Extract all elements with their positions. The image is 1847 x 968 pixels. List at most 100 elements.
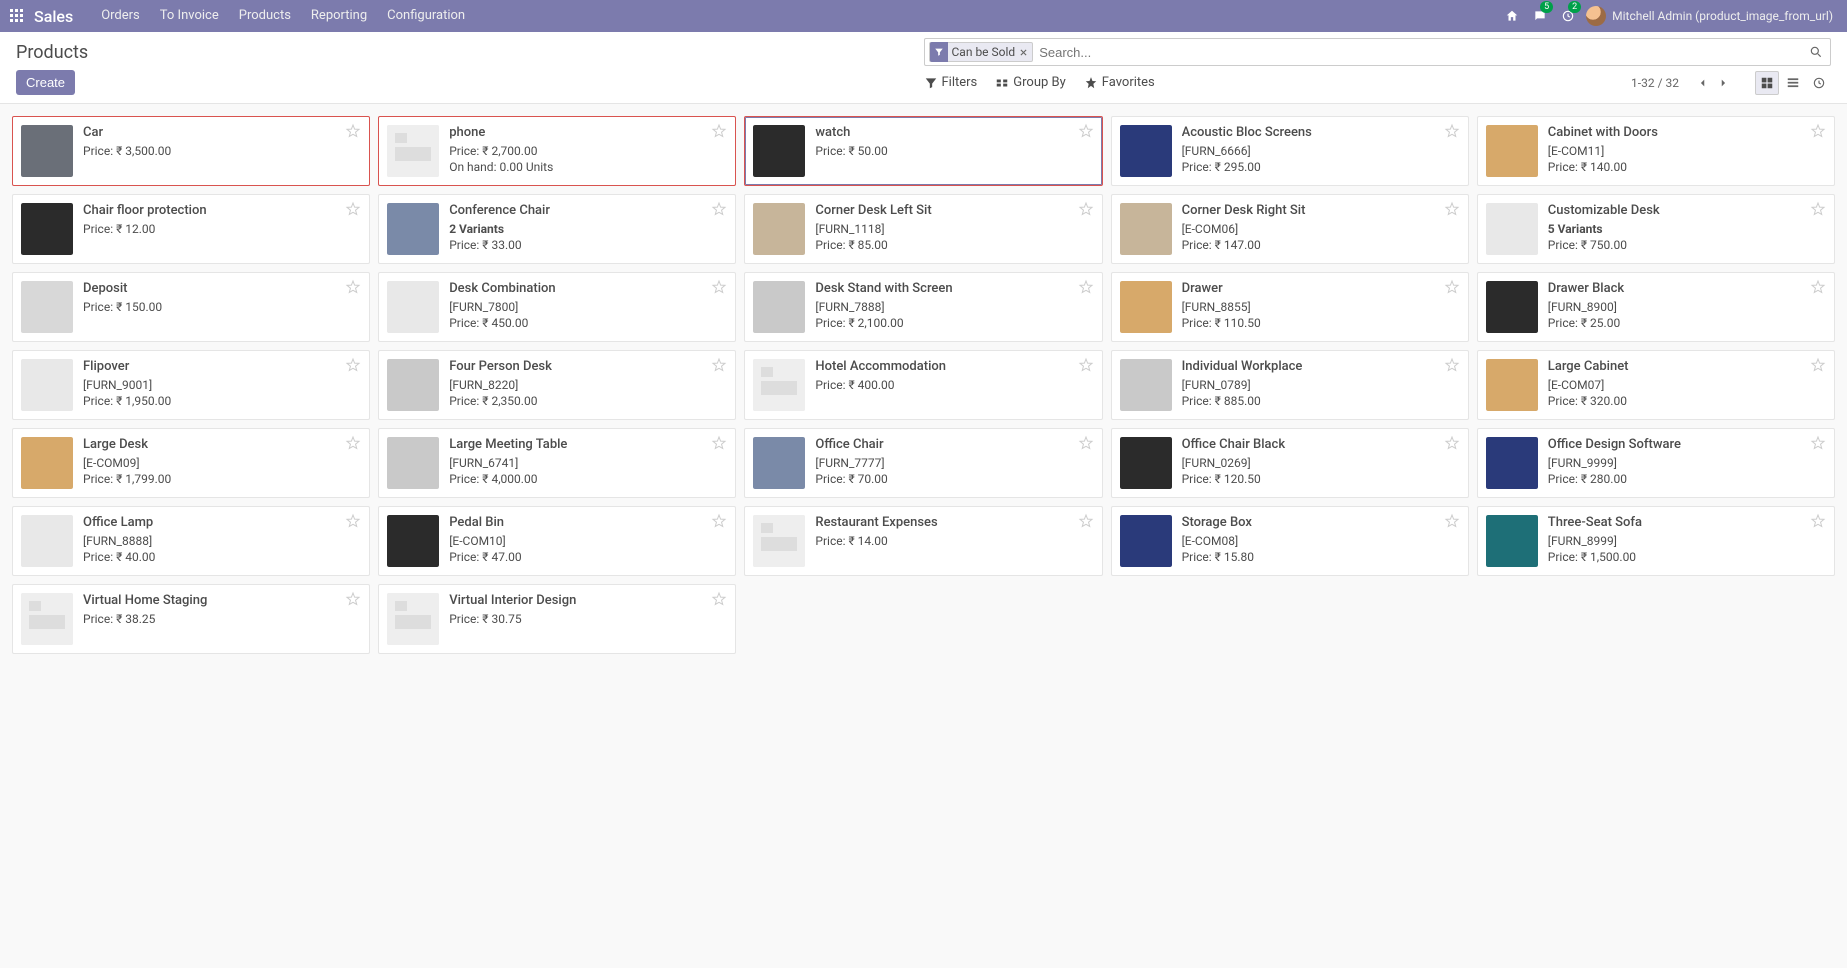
product-card[interactable]: Drawer Black[FURN_8900]Price: ₹ 25.00 bbox=[1477, 272, 1835, 342]
product-content: Virtual Interior DesignPrice: ₹ 30.75 bbox=[449, 593, 727, 628]
user-avatar[interactable] bbox=[1586, 6, 1606, 26]
favorite-star-icon[interactable] bbox=[711, 591, 727, 607]
product-price: Price: ₹ 280.00 bbox=[1548, 472, 1826, 486]
product-card[interactable]: Virtual Home StagingPrice: ₹ 38.25 bbox=[12, 584, 370, 654]
view-list-button[interactable] bbox=[1781, 71, 1805, 95]
product-card[interactable]: DepositPrice: ₹ 150.00 bbox=[12, 272, 370, 342]
product-card[interactable]: Acoustic Bloc Screens[FURN_6666]Price: ₹… bbox=[1111, 116, 1469, 186]
favorite-star-icon[interactable] bbox=[345, 435, 361, 451]
favorite-star-icon[interactable] bbox=[711, 123, 727, 139]
favorite-star-icon[interactable] bbox=[711, 513, 727, 529]
view-kanban-button[interactable] bbox=[1755, 71, 1779, 95]
product-sku: [FURN_6741] bbox=[449, 456, 727, 470]
product-card[interactable]: Office Chair Black[FURN_0269]Price: ₹ 12… bbox=[1111, 428, 1469, 498]
favorite-star-icon[interactable] bbox=[1444, 279, 1460, 295]
product-card[interactable]: Restaurant ExpensesPrice: ₹ 14.00 bbox=[744, 506, 1102, 576]
product-card[interactable]: Desk Stand with Screen[FURN_7888]Price: … bbox=[744, 272, 1102, 342]
favorite-star-icon[interactable] bbox=[1810, 357, 1826, 373]
product-card[interactable]: Four Person Desk[FURN_8220]Price: ₹ 2,35… bbox=[378, 350, 736, 420]
product-title: Large Cabinet bbox=[1548, 359, 1826, 374]
create-button[interactable]: Create bbox=[16, 70, 75, 95]
nav-configuration[interactable]: Configuration bbox=[377, 0, 475, 32]
product-card[interactable]: Corner Desk Left Sit[FURN_1118]Price: ₹ … bbox=[744, 194, 1102, 264]
product-price: Price: ₹ 2,700.00 bbox=[449, 144, 727, 158]
product-card[interactable]: Storage Box[E-COM08]Price: ₹ 15.80 bbox=[1111, 506, 1469, 576]
apps-icon[interactable] bbox=[8, 7, 26, 25]
product-card[interactable]: Office Lamp[FURN_8888]Price: ₹ 40.00 bbox=[12, 506, 370, 576]
product-card[interactable]: Three-Seat Sofa[FURN_8999]Price: ₹ 1,500… bbox=[1477, 506, 1835, 576]
favorite-star-icon[interactable] bbox=[1444, 123, 1460, 139]
product-content: DepositPrice: ₹ 150.00 bbox=[83, 281, 361, 316]
favorite-star-icon[interactable] bbox=[1078, 435, 1094, 451]
product-card[interactable]: Office Design Software[FURN_9999]Price: … bbox=[1477, 428, 1835, 498]
product-card[interactable]: Corner Desk Right Sit[E-COM06]Price: ₹ 1… bbox=[1111, 194, 1469, 264]
favorite-star-icon[interactable] bbox=[711, 279, 727, 295]
favorite-star-icon[interactable] bbox=[1444, 435, 1460, 451]
nav-reporting[interactable]: Reporting bbox=[301, 0, 377, 32]
search-filter-tag[interactable]: Can be Sold bbox=[929, 42, 1034, 62]
favorite-star-icon[interactable] bbox=[711, 201, 727, 217]
favorite-star-icon[interactable] bbox=[345, 513, 361, 529]
product-card[interactable]: Chair floor protectionPrice: ₹ 12.00 bbox=[12, 194, 370, 264]
messaging-icon[interactable]: 5 bbox=[1526, 0, 1554, 32]
favorite-star-icon[interactable] bbox=[1444, 201, 1460, 217]
product-card[interactable]: Hotel AccommodationPrice: ₹ 400.00 bbox=[744, 350, 1102, 420]
view-activity-button[interactable] bbox=[1807, 71, 1831, 95]
favorite-star-icon[interactable] bbox=[1810, 123, 1826, 139]
product-card[interactable]: Office Chair[FURN_7777]Price: ₹ 70.00 bbox=[744, 428, 1102, 498]
product-card[interactable]: CarPrice: ₹ 3,500.00 bbox=[12, 116, 370, 186]
favorite-star-icon[interactable] bbox=[1810, 201, 1826, 217]
favorite-star-icon[interactable] bbox=[1078, 123, 1094, 139]
favorite-star-icon[interactable] bbox=[345, 357, 361, 373]
favorite-star-icon[interactable] bbox=[1810, 279, 1826, 295]
favorite-star-icon[interactable] bbox=[711, 435, 727, 451]
search-icon[interactable] bbox=[1806, 45, 1826, 59]
product-card[interactable]: Desk Combination[FURN_7800]Price: ₹ 450.… bbox=[378, 272, 736, 342]
favorite-star-icon[interactable] bbox=[345, 201, 361, 217]
product-card[interactable]: Large Meeting Table[FURN_6741]Price: ₹ 4… bbox=[378, 428, 736, 498]
search-input[interactable] bbox=[1039, 40, 1806, 64]
favorite-star-icon[interactable] bbox=[1810, 435, 1826, 451]
product-card[interactable]: Large Desk[E-COM09]Price: ₹ 1,799.00 bbox=[12, 428, 370, 498]
brand-title[interactable]: Sales bbox=[34, 7, 73, 26]
product-card[interactable]: Large Cabinet[E-COM07]Price: ₹ 320.00 bbox=[1477, 350, 1835, 420]
favorite-star-icon[interactable] bbox=[1444, 513, 1460, 529]
product-thumbnail bbox=[21, 593, 73, 645]
favorite-star-icon[interactable] bbox=[1078, 201, 1094, 217]
favorite-star-icon[interactable] bbox=[345, 591, 361, 607]
favorite-star-icon[interactable] bbox=[1444, 357, 1460, 373]
remove-tag-icon[interactable] bbox=[1019, 48, 1028, 57]
product-card[interactable]: Drawer[FURN_8855]Price: ₹ 110.50 bbox=[1111, 272, 1469, 342]
pager-text[interactable]: 1-32 / 32 bbox=[1631, 76, 1679, 90]
search-box[interactable]: Can be Sold bbox=[924, 38, 1832, 66]
product-card[interactable]: phonePrice: ₹ 2,700.00On hand: 0.00 Unit… bbox=[378, 116, 736, 186]
nav-products[interactable]: Products bbox=[229, 0, 301, 32]
pager-next[interactable] bbox=[1713, 72, 1733, 94]
product-card[interactable]: Cabinet with Doors[E-COM11]Price: ₹ 140.… bbox=[1477, 116, 1835, 186]
favorite-star-icon[interactable] bbox=[345, 123, 361, 139]
groupby-menu[interactable]: Group By bbox=[995, 75, 1066, 90]
product-card[interactable]: Flipover[FURN_9001]Price: ₹ 1,950.00 bbox=[12, 350, 370, 420]
product-sku: [FURN_9001] bbox=[83, 378, 361, 392]
activities-icon[interactable]: 2 bbox=[1554, 0, 1582, 32]
product-card[interactable]: watchPrice: ₹ 50.00 bbox=[744, 116, 1102, 186]
home-icon[interactable] bbox=[1498, 0, 1526, 32]
user-menu[interactable]: Mitchell Admin (product_image_from_url) bbox=[1612, 9, 1839, 23]
favorite-star-icon[interactable] bbox=[1078, 357, 1094, 373]
product-card[interactable]: Customizable Desk5 VariantsPrice: ₹ 750.… bbox=[1477, 194, 1835, 264]
filters-menu[interactable]: Filters bbox=[924, 75, 978, 90]
favorite-star-icon[interactable] bbox=[1078, 279, 1094, 295]
nav-orders[interactable]: Orders bbox=[91, 0, 150, 32]
product-card[interactable]: Conference Chair2 VariantsPrice: ₹ 33.00 bbox=[378, 194, 736, 264]
favorites-menu[interactable]: Favorites bbox=[1084, 75, 1155, 90]
favorite-star-icon[interactable] bbox=[345, 279, 361, 295]
nav-to-invoice[interactable]: To Invoice bbox=[150, 0, 229, 32]
favorite-star-icon[interactable] bbox=[711, 357, 727, 373]
product-card[interactable]: Pedal Bin[E-COM10]Price: ₹ 47.00 bbox=[378, 506, 736, 576]
favorite-star-icon[interactable] bbox=[1810, 513, 1826, 529]
product-card[interactable]: Individual Workplace[FURN_0789]Price: ₹ … bbox=[1111, 350, 1469, 420]
pager-prev[interactable] bbox=[1693, 72, 1713, 94]
favorite-star-icon[interactable] bbox=[1078, 513, 1094, 529]
product-kanban: CarPrice: ₹ 3,500.00phonePrice: ₹ 2,700.… bbox=[0, 104, 1847, 666]
product-card[interactable]: Virtual Interior DesignPrice: ₹ 30.75 bbox=[378, 584, 736, 654]
